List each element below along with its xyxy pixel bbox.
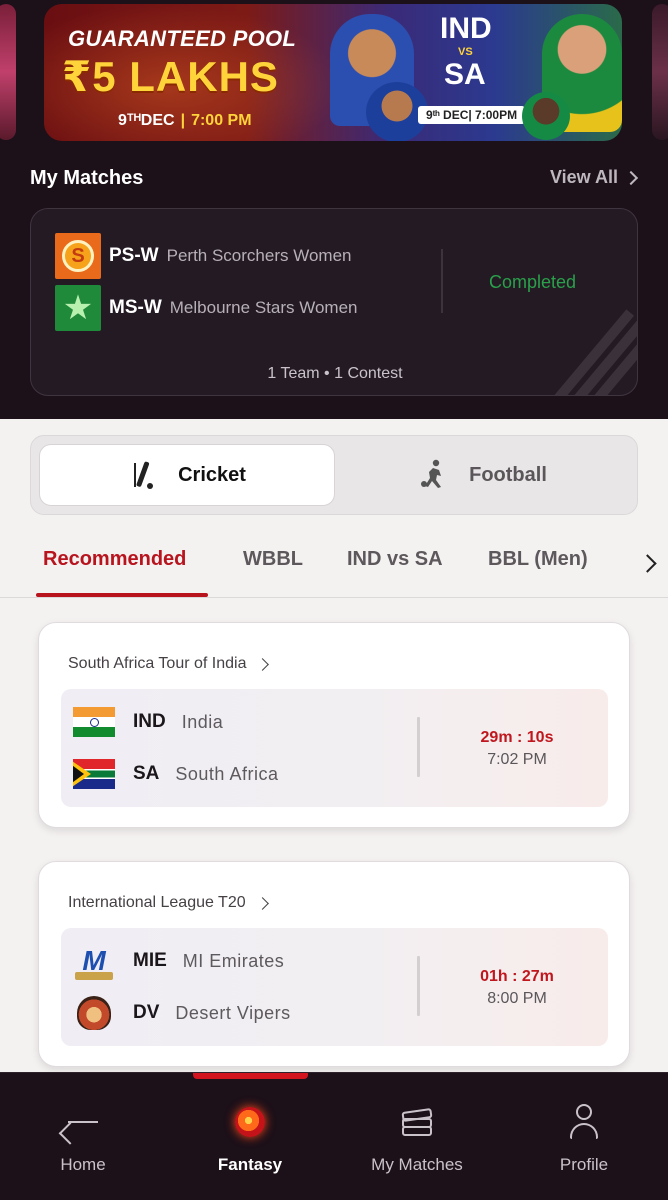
football-label: Football <box>469 463 547 486</box>
banner-date: 9ᵀᴴDEC | 7:00 PM <box>118 112 252 129</box>
top-section: GUARANTEED POOL ₹5 LAKHS 9ᵀᴴDEC | 7:00 PM … <box>0 0 668 419</box>
team-row: M MIE MI Emirates <box>73 940 284 982</box>
melbourne-stars-logo: ★ <box>55 285 101 331</box>
nav-home[interactable]: Home <box>18 1101 148 1175</box>
my-matches-heading: My Matches <box>30 167 144 189</box>
banner-date-badge: 9ᵗʰ DEC| 7:00PM <box>418 106 526 124</box>
chevron-right-icon <box>637 553 657 573</box>
view-all-button[interactable]: View All <box>549 167 639 188</box>
banner-team-b: SA <box>444 58 486 91</box>
desert-vipers-logo-icon <box>73 992 115 1034</box>
banner-team-a: IND <box>440 12 492 45</box>
my-match-card[interactable]: S PS-W Perth Scorchers Women ★ MS-W Melb… <box>30 208 638 396</box>
team-row: IND India <box>73 707 223 737</box>
decorative-stripes <box>529 305 637 395</box>
active-tab-indicator <box>36 593 208 597</box>
football-tab[interactable]: Football <box>335 444 631 506</box>
divider <box>417 717 420 777</box>
banner-vs: VS <box>458 46 473 58</box>
nav-label: My Matches <box>371 1155 463 1174</box>
next-banner-peek[interactable] <box>652 4 668 140</box>
sport-toggle: Cricket Football <box>30 435 638 515</box>
match-status: Completed <box>489 272 577 292</box>
mi-emirates-logo-icon: M <box>73 940 115 982</box>
series-link[interactable]: South Africa Tour of India <box>68 655 270 673</box>
series-tabs: Recommended WBBL IND vs SA BBL (Men) <box>0 530 668 598</box>
football-player-icon <box>419 459 447 491</box>
chevron-right-icon <box>623 170 639 185</box>
start-time: 8:00 PM <box>487 990 547 1007</box>
promo-banner[interactable]: GUARANTEED POOL ₹5 LAKHS 9ᵀᴴDEC | 7:00 PM … <box>44 4 622 141</box>
nav-my-matches[interactable]: My Matches <box>352 1101 482 1175</box>
team-code: MS-W <box>109 297 162 318</box>
tickets-icon <box>400 1107 434 1136</box>
divider <box>417 956 420 1016</box>
nav-fantasy[interactable]: Fantasy <box>185 1101 315 1175</box>
team-code: DV <box>133 1002 160 1023</box>
team-code: IND <box>133 711 166 732</box>
view-all-label: View All <box>549 167 618 187</box>
back-arrow-icon <box>68 1121 98 1123</box>
tabs-scroll-right-button[interactable] <box>632 530 668 596</box>
chevron-right-icon <box>256 657 270 671</box>
team-row: DV Desert Vipers <box>73 992 291 1034</box>
tab-recommended[interactable]: Recommended <box>43 548 186 571</box>
team-name: Desert Vipers <box>175 1002 291 1023</box>
match-details: IND India SA South Africa 29m : 10s 7:02… <box>61 689 608 807</box>
match-card[interactable]: International League T20 M MIE MI Emirat… <box>38 861 630 1067</box>
bottom-navigation: Home Fantasy My Matches Profile <box>0 1072 668 1200</box>
active-nav-indicator <box>193 1073 308 1079</box>
series-name: South Africa Tour of India <box>68 655 247 672</box>
cricket-tab[interactable]: Cricket <box>39 444 335 506</box>
tab-ind-vs-sa[interactable]: IND vs SA <box>347 548 443 571</box>
team-row: ★ MS-W Melbourne Stars Women <box>55 285 357 331</box>
series-name: International League T20 <box>68 894 246 911</box>
india-flag-icon <box>73 707 115 737</box>
team-code: PS-W <box>109 245 159 266</box>
team-code: MIE <box>133 950 167 971</box>
start-time: 7:02 PM <box>487 751 547 768</box>
tab-wbbl[interactable]: WBBL <box>243 548 303 571</box>
chevron-right-icon <box>255 896 269 910</box>
banner-title: GUARANTEED POOL <box>68 26 297 51</box>
countdown-timer: 29m : 10s <box>480 729 554 746</box>
tab-bbl-men[interactable]: BBL (Men) <box>488 548 588 571</box>
team-name: India <box>181 711 224 732</box>
team-name: Perth Scorchers Women <box>166 246 352 265</box>
match-card[interactable]: South Africa Tour of India IND India SA … <box>38 622 630 828</box>
team-row: S PS-W Perth Scorchers Women <box>55 233 351 279</box>
cricket-bat-icon <box>128 459 156 491</box>
nav-label: Profile <box>559 1155 609 1174</box>
south-africa-flag-icon <box>73 759 115 789</box>
nav-label: Fantasy <box>217 1155 283 1174</box>
team-name: MI Emirates <box>182 950 285 971</box>
nav-label: Home <box>60 1155 106 1174</box>
banner-date-time: 7:00 PM <box>191 112 252 129</box>
team-row: SA South Africa <box>73 759 278 789</box>
countdown-timer: 01h : 27m <box>480 968 554 985</box>
fireball-icon <box>235 1107 265 1137</box>
banner-date-day: 9ᵀᴴDEC <box>118 112 175 129</box>
cricket-label: Cricket <box>178 463 246 486</box>
person-icon <box>569 1104 599 1140</box>
banner-amount: ₹5 LAKHS <box>62 53 279 100</box>
series-link[interactable]: International League T20 <box>68 894 269 912</box>
team-code: SA <box>133 763 160 784</box>
team-name: South Africa <box>175 763 279 784</box>
player-image <box>522 92 570 140</box>
team-name: Melbourne Stars Women <box>169 298 358 317</box>
perth-scorchers-logo: S <box>55 233 101 279</box>
divider <box>441 249 443 313</box>
prev-banner-peek[interactable] <box>0 4 16 140</box>
nav-profile[interactable]: Profile <box>519 1101 649 1175</box>
match-details: M MIE MI Emirates DV Desert Vipers 01h :… <box>61 928 608 1046</box>
